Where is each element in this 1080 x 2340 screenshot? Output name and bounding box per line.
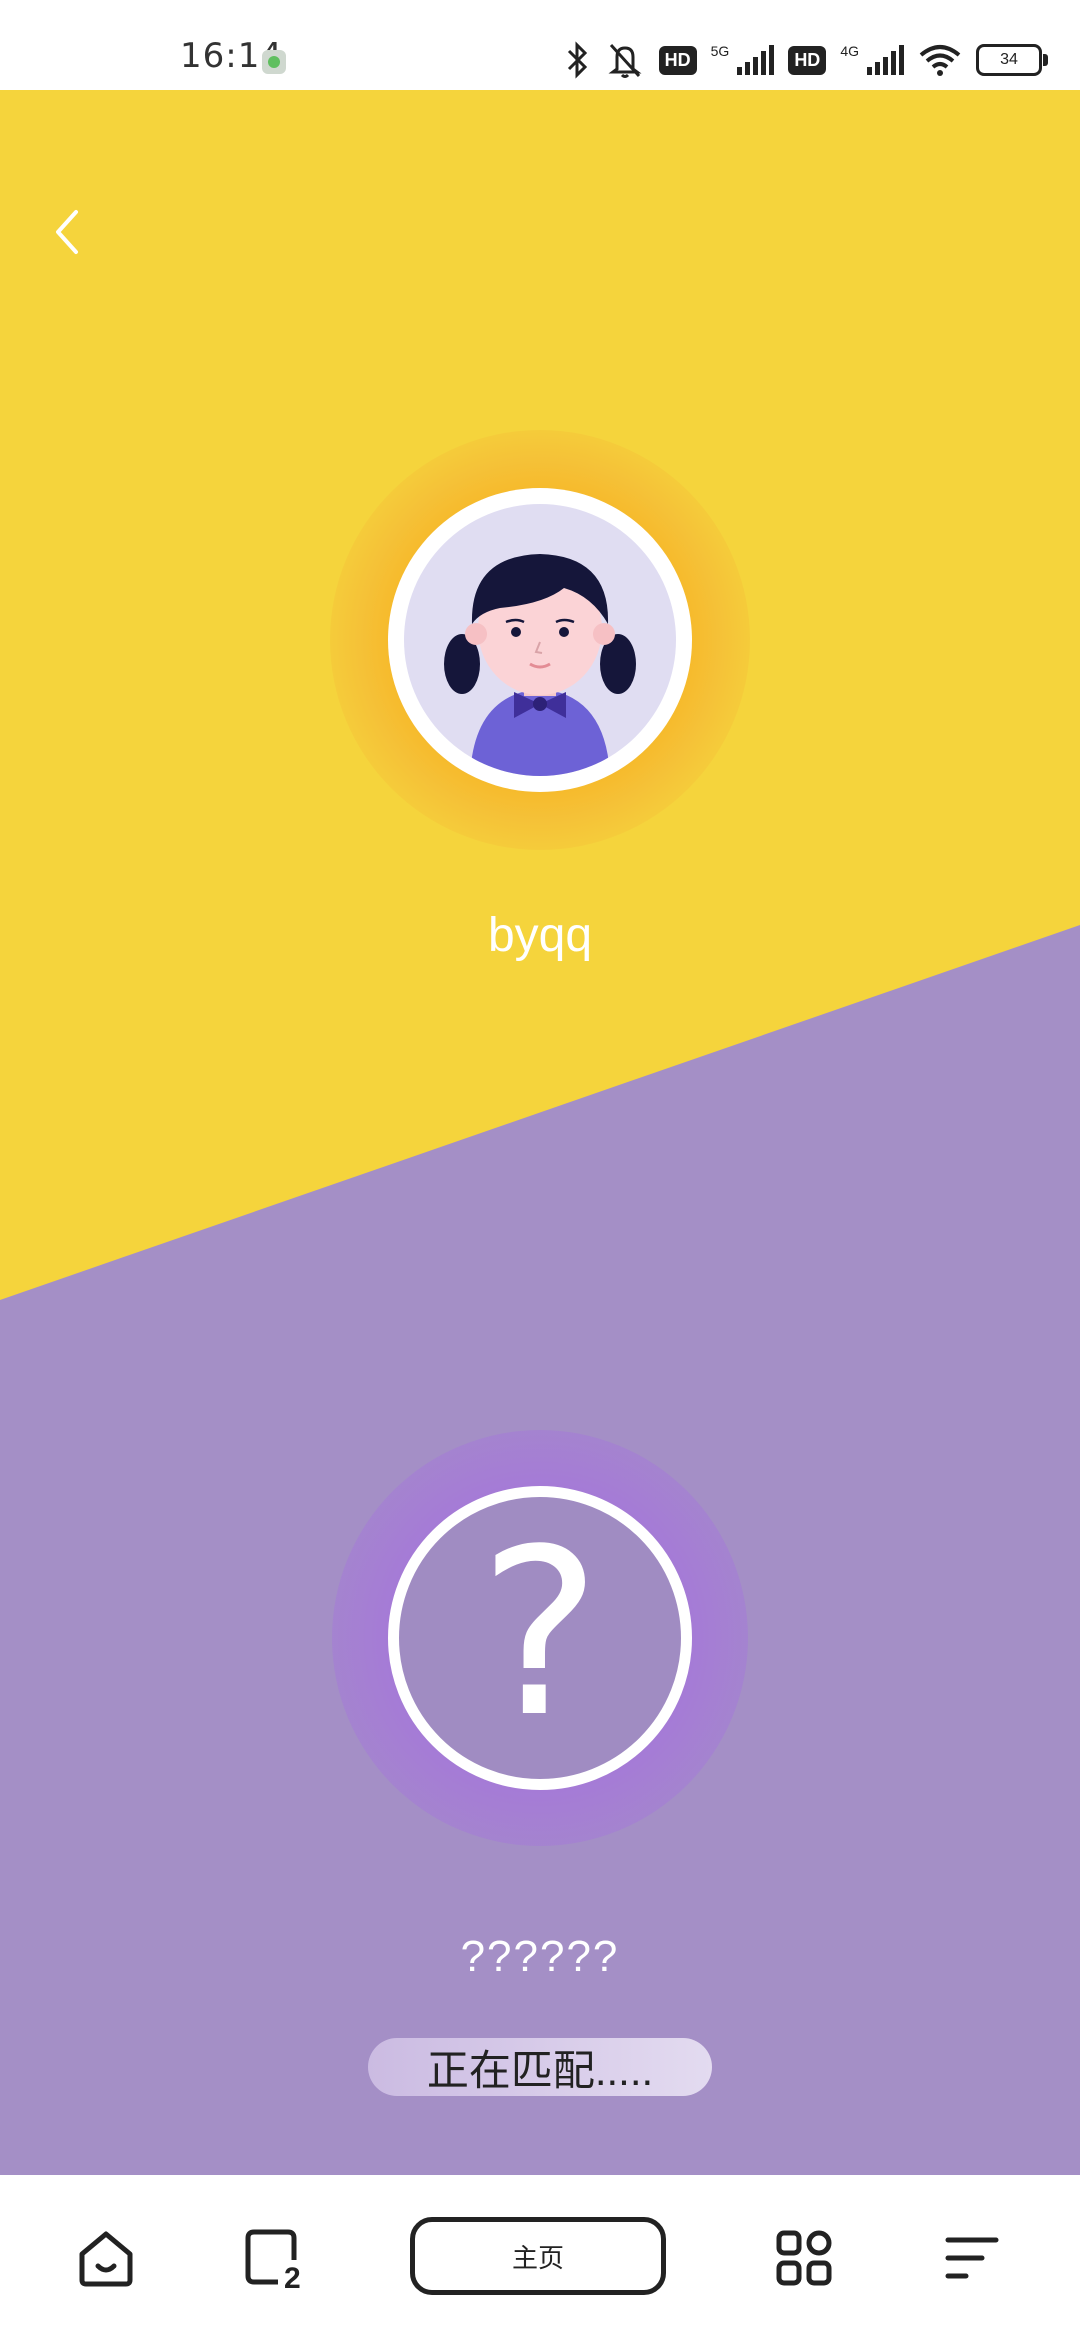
nav-tabs-button[interactable]: 2 [232,2175,316,2340]
nav-main-page-button[interactable]: 主页 [410,2217,666,2295]
nav-main-page-label: 主页 [511,2242,564,2273]
nav-home-button[interactable] [64,2175,148,2340]
wifi-icon [919,45,961,76]
nav-apps-button[interactable] [762,2175,846,2340]
network-type-1: 5G [710,43,730,59]
user-name: byqq [487,909,593,962]
match-name: ?????? [460,1932,620,1981]
split-background [0,90,1080,2175]
status-bar: 16:14 HD 5G HD 4G 34 [0,0,1080,90]
hd-badge-1: HD [658,45,697,75]
signal-icon-2 [867,45,904,75]
nav-menu-button[interactable] [930,2175,1014,2340]
home-icon [79,2231,133,2286]
bluetooth-icon [567,41,587,79]
hd-badge-2: HD [788,45,827,75]
apps-grid-icon [776,2230,832,2285]
user-avatar[interactable] [404,504,676,776]
tabs-icon: 2 [245,2229,301,2290]
match-avatar-placeholder: ? [388,1486,692,1790]
battery-icon: 34 [976,44,1048,76]
chevron-left-icon [56,210,78,254]
match-screen: byqq ? ?????? 正在匹配..... [0,90,1080,2175]
question-mark-icon: ? [478,1501,602,1768]
girl-avatar-icon [444,554,636,776]
bottom-nav-bar: 2 主页 [0,2175,1080,2340]
status-icons: HD 5G HD 4G 34 [565,40,1048,80]
menu-icon [945,2237,999,2278]
tabs-count: 2 [284,2262,301,2290]
matching-status-badge: 正在匹配..... [368,2038,712,2096]
mute-bell-icon [608,43,642,78]
network-type-2: 4G [840,43,859,59]
notification-icon [262,50,286,74]
back-button[interactable] [46,202,86,262]
signal-icon-1 [737,45,775,75]
